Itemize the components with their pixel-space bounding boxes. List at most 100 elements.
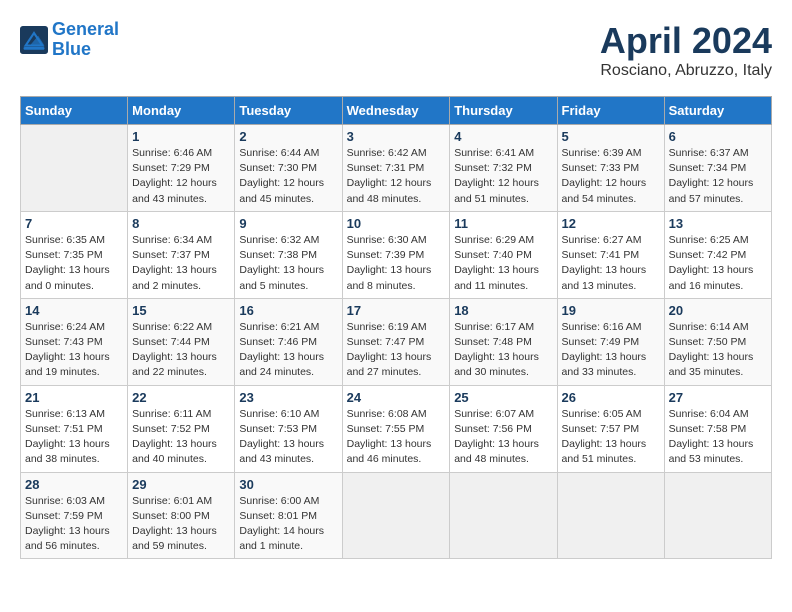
day-info: Sunrise: 6:39 AM Sunset: 7:33 PM Dayligh…: [562, 146, 660, 207]
logo-text: General Blue: [52, 20, 119, 60]
day-number: 17: [347, 303, 446, 318]
calendar-cell: 2 Sunrise: 6:44 AM Sunset: 7:30 PM Daylig…: [235, 125, 342, 212]
day-number: 12: [562, 216, 660, 231]
calendar-cell: 11 Sunrise: 6:29 AM Sunset: 7:40 PM Dayli…: [450, 211, 557, 298]
calendar-cell: 12 Sunrise: 6:27 AM Sunset: 7:41 PM Dayli…: [557, 211, 664, 298]
day-info: Sunrise: 6:07 AM Sunset: 7:56 PM Dayligh…: [454, 407, 552, 468]
day-info: Sunrise: 6:16 AM Sunset: 7:49 PM Dayligh…: [562, 320, 660, 381]
day-number: 1: [132, 129, 230, 144]
day-info: Sunrise: 6:44 AM Sunset: 7:30 PM Dayligh…: [239, 146, 337, 207]
header-day-friday: Friday: [557, 97, 664, 125]
day-number: 19: [562, 303, 660, 318]
location: Rosciano, Abruzzo, Italy: [600, 62, 772, 80]
day-number: 21: [25, 390, 123, 405]
header-day-tuesday: Tuesday: [235, 97, 342, 125]
day-number: 5: [562, 129, 660, 144]
day-number: 11: [454, 216, 552, 231]
day-info: Sunrise: 6:21 AM Sunset: 7:46 PM Dayligh…: [239, 320, 337, 381]
day-info: Sunrise: 6:37 AM Sunset: 7:34 PM Dayligh…: [669, 146, 767, 207]
header-day-thursday: Thursday: [450, 97, 557, 125]
day-number: 25: [454, 390, 552, 405]
calendar-table: SundayMondayTuesdayWednesdayThursdayFrid…: [20, 96, 772, 559]
day-number: 24: [347, 390, 446, 405]
day-info: Sunrise: 6:22 AM Sunset: 7:44 PM Dayligh…: [132, 320, 230, 381]
header-day-sunday: Sunday: [21, 97, 128, 125]
day-number: 28: [25, 477, 123, 492]
day-info: Sunrise: 6:42 AM Sunset: 7:31 PM Dayligh…: [347, 146, 446, 207]
day-info: Sunrise: 6:00 AM Sunset: 8:01 PM Dayligh…: [239, 494, 337, 555]
day-number: 26: [562, 390, 660, 405]
logo-icon: [20, 26, 48, 54]
day-info: Sunrise: 6:34 AM Sunset: 7:37 PM Dayligh…: [132, 233, 230, 294]
calendar-header-row: SundayMondayTuesdayWednesdayThursdayFrid…: [21, 97, 772, 125]
week-row-3: 14Sunrise: 6:24 AM Sunset: 7:43 PM Dayli…: [21, 298, 772, 385]
day-number: 18: [454, 303, 552, 318]
day-number: 23: [239, 390, 337, 405]
calendar-cell: 29 Sunrise: 6:01 AM Sunset: 8:00 PM Dayli…: [128, 472, 235, 559]
calendar-cell: 25 Sunrise: 6:07 AM Sunset: 7:56 PM Dayli…: [450, 385, 557, 472]
title-block: April 2024 Rosciano, Abruzzo, Italy: [600, 20, 772, 80]
calendar-cell: 28Sunrise: 6:03 AM Sunset: 7:59 PM Dayli…: [21, 472, 128, 559]
day-number: 22: [132, 390, 230, 405]
calendar-cell: 30Sunrise: 6:00 AM Sunset: 8:01 PM Dayli…: [235, 472, 342, 559]
header-day-wednesday: Wednesday: [342, 97, 450, 125]
calendar-cell: 6Sunrise: 6:37 AM Sunset: 7:34 PM Daylig…: [664, 125, 771, 212]
day-number: 29: [132, 477, 230, 492]
day-info: Sunrise: 6:13 AM Sunset: 7:51 PM Dayligh…: [25, 407, 123, 468]
logo: General Blue: [20, 20, 119, 60]
calendar-cell: 9 Sunrise: 6:32 AM Sunset: 7:38 PM Daylig…: [235, 211, 342, 298]
day-info: Sunrise: 6:29 AM Sunset: 7:40 PM Dayligh…: [454, 233, 552, 294]
day-info: Sunrise: 6:27 AM Sunset: 7:41 PM Dayligh…: [562, 233, 660, 294]
calendar-cell: 18Sunrise: 6:17 AM Sunset: 7:48 PM Dayli…: [450, 298, 557, 385]
calendar-cell: 10 Sunrise: 6:30 AM Sunset: 7:39 PM Dayli…: [342, 211, 450, 298]
week-row-1: 1Sunrise: 6:46 AM Sunset: 7:29 PM Daylig…: [21, 125, 772, 212]
calendar-cell: 4 Sunrise: 6:41 AM Sunset: 7:32 PM Daylig…: [450, 125, 557, 212]
calendar-cell: 7 Sunrise: 6:35 AM Sunset: 7:35 PM Daylig…: [21, 211, 128, 298]
page-header: General Blue April 2024 Rosciano, Abruzz…: [20, 20, 772, 80]
day-info: Sunrise: 6:41 AM Sunset: 7:32 PM Dayligh…: [454, 146, 552, 207]
day-info: Sunrise: 6:32 AM Sunset: 7:38 PM Dayligh…: [239, 233, 337, 294]
calendar-cell: 21 Sunrise: 6:13 AM Sunset: 7:51 PM Dayli…: [21, 385, 128, 472]
calendar-cell: 20Sunrise: 6:14 AM Sunset: 7:50 PM Dayli…: [664, 298, 771, 385]
day-number: 7: [25, 216, 123, 231]
header-day-monday: Monday: [128, 97, 235, 125]
day-info: Sunrise: 6:30 AM Sunset: 7:39 PM Dayligh…: [347, 233, 446, 294]
week-row-4: 21 Sunrise: 6:13 AM Sunset: 7:51 PM Dayli…: [21, 385, 772, 472]
day-number: 16: [239, 303, 337, 318]
calendar-cell: 14Sunrise: 6:24 AM Sunset: 7:43 PM Dayli…: [21, 298, 128, 385]
day-info: Sunrise: 6:10 AM Sunset: 7:53 PM Dayligh…: [239, 407, 337, 468]
day-number: 4: [454, 129, 552, 144]
day-info: Sunrise: 6:08 AM Sunset: 7:55 PM Dayligh…: [347, 407, 446, 468]
calendar-cell: 13 Sunrise: 6:25 AM Sunset: 7:42 PM Dayli…: [664, 211, 771, 298]
day-number: 9: [239, 216, 337, 231]
day-info: Sunrise: 6:35 AM Sunset: 7:35 PM Dayligh…: [25, 233, 123, 294]
calendar-cell: [664, 472, 771, 559]
day-info: Sunrise: 6:14 AM Sunset: 7:50 PM Dayligh…: [669, 320, 767, 381]
calendar-cell: 19 Sunrise: 6:16 AM Sunset: 7:49 PM Dayli…: [557, 298, 664, 385]
day-info: Sunrise: 6:19 AM Sunset: 7:47 PM Dayligh…: [347, 320, 446, 381]
calendar-cell: 26 Sunrise: 6:05 AM Sunset: 7:57 PM Dayli…: [557, 385, 664, 472]
day-number: 10: [347, 216, 446, 231]
day-info: Sunrise: 6:05 AM Sunset: 7:57 PM Dayligh…: [562, 407, 660, 468]
calendar-cell: 23 Sunrise: 6:10 AM Sunset: 7:53 PM Dayli…: [235, 385, 342, 472]
day-number: 3: [347, 129, 446, 144]
day-number: 15: [132, 303, 230, 318]
day-info: Sunrise: 6:24 AM Sunset: 7:43 PM Dayligh…: [25, 320, 123, 381]
day-number: 13: [669, 216, 767, 231]
calendar-cell: [342, 472, 450, 559]
calendar-cell: [557, 472, 664, 559]
day-number: 27: [669, 390, 767, 405]
calendar-cell: [21, 125, 128, 212]
header-day-saturday: Saturday: [664, 97, 771, 125]
calendar-cell: 1Sunrise: 6:46 AM Sunset: 7:29 PM Daylig…: [128, 125, 235, 212]
day-info: Sunrise: 6:11 AM Sunset: 7:52 PM Dayligh…: [132, 407, 230, 468]
calendar-cell: 16 Sunrise: 6:21 AM Sunset: 7:46 PM Dayli…: [235, 298, 342, 385]
day-info: Sunrise: 6:01 AM Sunset: 8:00 PM Dayligh…: [132, 494, 230, 555]
calendar-cell: 15 Sunrise: 6:22 AM Sunset: 7:44 PM Dayli…: [128, 298, 235, 385]
day-info: Sunrise: 6:04 AM Sunset: 7:58 PM Dayligh…: [669, 407, 767, 468]
calendar-cell: 24 Sunrise: 6:08 AM Sunset: 7:55 PM Dayli…: [342, 385, 450, 472]
calendar-cell: 8Sunrise: 6:34 AM Sunset: 7:37 PM Daylig…: [128, 211, 235, 298]
day-info: Sunrise: 6:25 AM Sunset: 7:42 PM Dayligh…: [669, 233, 767, 294]
day-number: 2: [239, 129, 337, 144]
calendar-cell: 5 Sunrise: 6:39 AM Sunset: 7:33 PM Daylig…: [557, 125, 664, 212]
